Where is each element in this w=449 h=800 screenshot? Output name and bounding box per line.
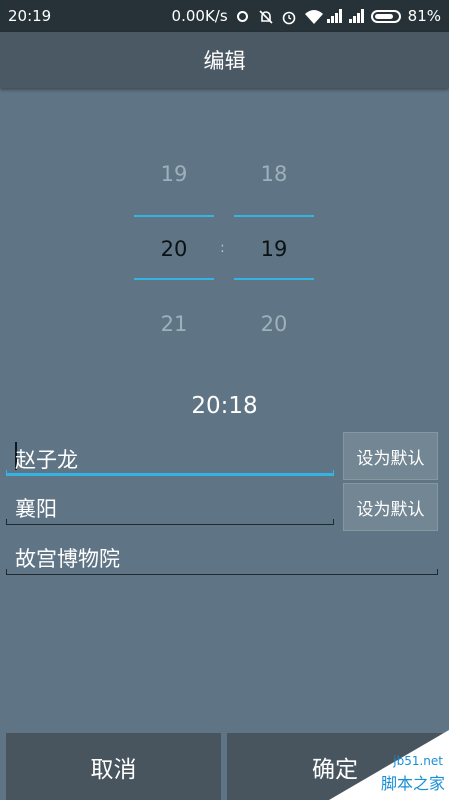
minute-divider-bottom [234,278,314,280]
minute-divider-top [234,215,314,217]
hour-picker[interactable]: 19 20 21 [134,150,214,350]
location-field[interactable]: 故宫博物院 [6,535,438,575]
set-default-city-button[interactable]: 设为默认 [343,483,438,531]
hour-selected[interactable]: 20 [134,237,214,261]
hour-divider-top [134,215,214,217]
wifi-icon [304,9,323,24]
minute-selected[interactable]: 19 [234,237,314,261]
city-field[interactable]: 襄阳 [6,485,334,525]
set-default-name-button[interactable]: 设为默认 [343,432,438,480]
status-bar: 20:19 0.00K/s 81% [0,0,449,32]
alarm-off-icon [258,9,274,24]
current-time-display: 20:18 [191,393,258,419]
hour-divider-bottom [134,278,214,280]
minute-next[interactable]: 20 [234,312,314,336]
signal-icon [348,9,364,23]
sync-icon [235,9,251,23]
alarm-icon [281,9,297,25]
time-separator: : [220,240,225,256]
location-underline [6,569,438,575]
minute-prev[interactable]: 18 [234,162,314,186]
minute-picker[interactable]: 18 19 20 [234,150,314,350]
battery-percent: 81% [407,7,441,25]
hour-prev[interactable]: 19 [134,162,214,186]
site-watermark: jb51.net 脚本之家 [329,730,449,800]
status-time: 20:19 [8,7,52,25]
status-icons: 0.00K/s 81% [172,7,441,25]
hour-next[interactable]: 21 [134,312,214,336]
network-speed: 0.00K/s [171,7,228,25]
city-underline [6,519,334,525]
watermark-name: 脚本之家 [380,774,445,793]
cancel-button[interactable]: 取消 [6,733,221,800]
title-bar: 编辑 [0,32,449,88]
battery-icon [370,9,401,23]
signal-icon [326,9,342,23]
city-value: 襄阳 [15,497,57,521]
name-value: 赵子龙 [15,448,78,472]
watermark-site: jb51.net [393,754,443,768]
page-title: 编辑 [203,49,246,73]
name-field[interactable]: 赵子龙 [6,436,334,476]
name-underline [6,470,334,476]
location-value: 故宫博物院 [15,547,120,571]
